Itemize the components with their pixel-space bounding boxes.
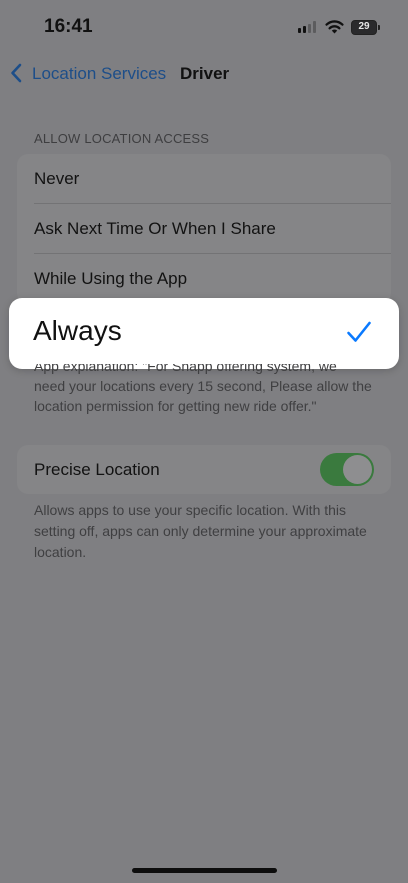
option-label: Never <box>34 169 80 188</box>
location-access-options: Never Ask Next Time Or When I Share Whil… <box>17 154 391 304</box>
precise-location-row: Precise Location <box>17 445 391 494</box>
explanation-line: App explanation: "For Snapp offering sys… <box>34 364 337 374</box>
option-while-using[interactable]: While Using the App <box>17 254 391 303</box>
section-header-allow-location: ALLOW LOCATION ACCESS <box>34 131 210 146</box>
precise-location-toggle[interactable] <box>320 453 374 486</box>
precise-location-label: Precise Location <box>34 460 160 479</box>
status-bar: 16:41 29 <box>0 0 408 54</box>
explanation-line: location permission for getting new ride… <box>34 398 317 414</box>
toggle-knob <box>343 455 372 484</box>
option-label: While Using the App <box>34 269 188 288</box>
wifi-icon <box>325 20 344 34</box>
status-time: 16:41 <box>44 16 93 37</box>
cellular-signal-icon <box>298 21 318 33</box>
page-title: Driver <box>180 64 230 83</box>
back-button[interactable]: Location Services <box>32 64 166 84</box>
explanation-line: need your locations every 15 second, Ple… <box>34 378 372 394</box>
option-never[interactable]: Never <box>17 154 391 203</box>
option-label: Ask Next Time Or When I Share <box>34 219 276 238</box>
app-explanation: App explanation: "For Snapp offering sys… <box>34 364 384 416</box>
option-always[interactable]: Always <box>9 298 399 369</box>
chevron-left-icon[interactable] <box>10 63 22 83</box>
checkmark-icon <box>347 321 371 342</box>
option-label-always: Always <box>33 315 122 346</box>
home-indicator[interactable] <box>132 868 277 873</box>
precise-location-footer: Allows apps to use your specific locatio… <box>34 502 367 560</box>
battery-icon: 29 <box>351 20 381 35</box>
option-ask-next-time[interactable]: Ask Next Time Or When I Share <box>17 204 391 253</box>
battery-level: 29 <box>351 20 377 35</box>
precise-location-card: Precise Location <box>17 445 391 494</box>
nav-bar: Location Services Driver <box>0 56 408 92</box>
